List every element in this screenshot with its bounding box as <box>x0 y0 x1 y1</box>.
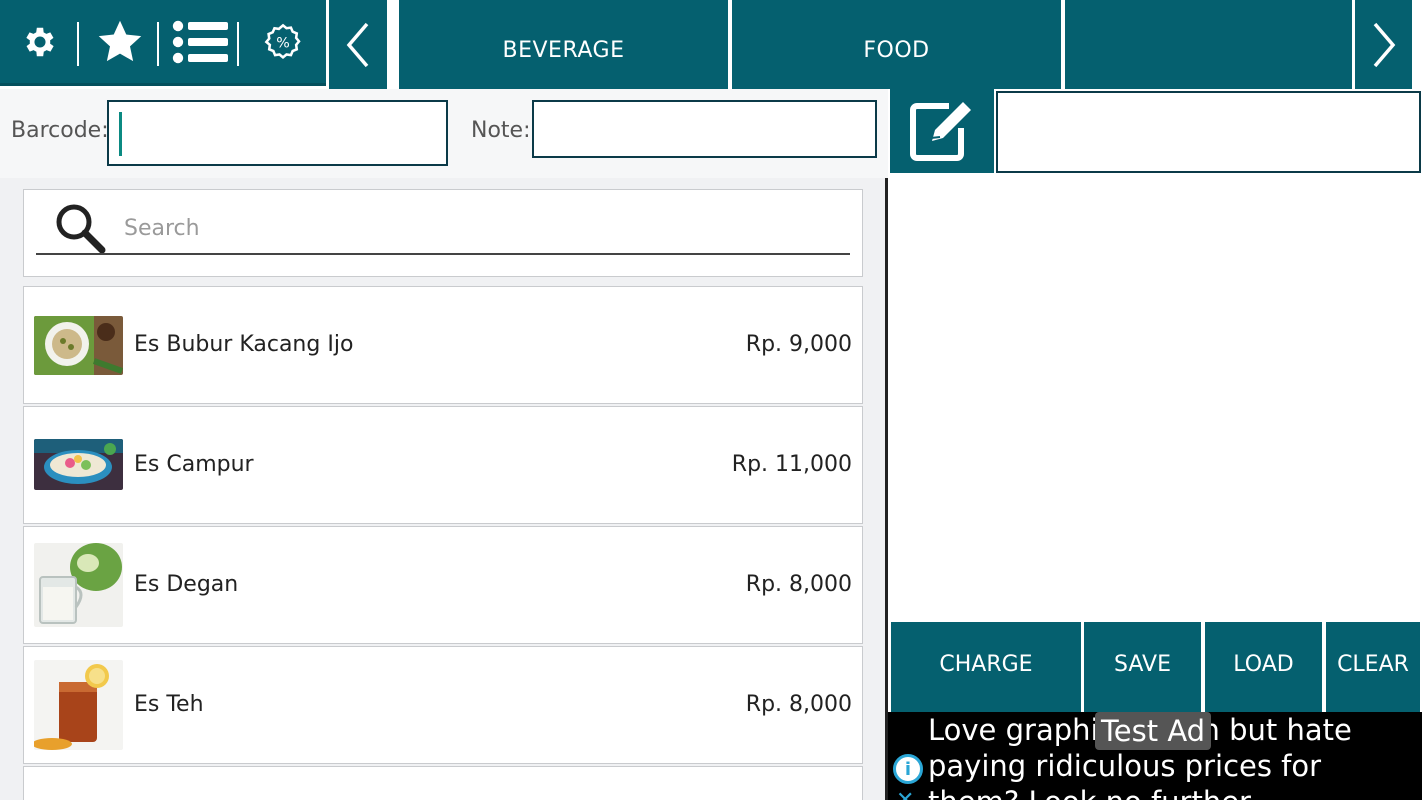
es-degan-photo <box>34 543 123 627</box>
product-item[interactable] <box>23 766 863 800</box>
product-price: Rp. 8,000 <box>745 572 852 597</box>
note-label: Note: <box>471 118 531 143</box>
note-input[interactable] <box>532 100 877 158</box>
svg-text:%: % <box>276 35 290 51</box>
list-icon <box>172 20 228 63</box>
text-caret <box>119 112 122 156</box>
clear-button[interactable]: CLEAR <box>1326 622 1420 712</box>
tab-empty[interactable] <box>1065 0 1352 89</box>
chevron-left-icon <box>346 22 369 67</box>
product-item[interactable]: Es Bubur Kacang Ijo Rp. 9,000 <box>23 286 863 404</box>
close-icon[interactable]: ✕ <box>896 788 914 800</box>
search-icon <box>56 204 106 254</box>
bubur-kacang-ijo-photo <box>34 316 123 375</box>
edit-note-button[interactable] <box>890 89 994 173</box>
edit-icon <box>910 102 971 161</box>
product-name: Es Bubur Kacang Ijo <box>134 332 354 357</box>
category-next-button[interactable] <box>1355 0 1412 89</box>
product-item[interactable]: Es Campur Rp. 11,000 <box>23 406 863 524</box>
toolbar-separator <box>77 22 79 66</box>
gear-icon <box>26 27 54 56</box>
category-prev-button[interactable] <box>329 0 387 89</box>
star-icon <box>98 20 142 61</box>
ad-banner[interactable]: Love graphic design but hate paying ridi… <box>888 712 1422 800</box>
save-button[interactable]: SAVE <box>1084 622 1201 712</box>
search-placeholder: Search <box>124 216 200 241</box>
order-list <box>888 178 1422 622</box>
list-button[interactable] <box>160 0 240 86</box>
tab-food[interactable]: FOOD <box>732 0 1061 89</box>
top-bar: % BEVERAGE FOOD <box>0 0 1422 89</box>
charge-button[interactable]: CHARGE <box>891 622 1081 712</box>
product-name: Es Campur <box>134 452 254 477</box>
product-item[interactable]: Es Teh Rp. 8,000 <box>23 646 863 764</box>
info-icon[interactable]: i <box>893 754 923 784</box>
tab-label: BEVERAGE <box>502 38 625 63</box>
load-button[interactable]: LOAD <box>1205 622 1322 712</box>
search-bar[interactable]: Search <box>23 189 863 277</box>
product-name: Es Teh <box>134 692 204 717</box>
discount-icon: % <box>264 23 301 59</box>
pos-app: % BEVERAGE FOOD Barcode: Note: Search Es… <box>0 0 1422 800</box>
search-underline <box>36 253 850 255</box>
tab-label: FOOD <box>863 38 930 63</box>
toolbar-separator <box>237 22 239 66</box>
chevron-right-icon <box>1373 22 1395 67</box>
barcode-input[interactable] <box>107 100 448 166</box>
product-item[interactable]: Es Degan Rp. 8,000 <box>23 526 863 644</box>
ad-label: Test Ad <box>1095 712 1212 750</box>
tab-beverage[interactable]: BEVERAGE <box>399 0 728 89</box>
product-price: Rp. 9,000 <box>745 332 852 357</box>
discount-button[interactable]: % <box>240 0 326 86</box>
favorites-button[interactable] <box>80 0 160 86</box>
product-price: Rp. 8,000 <box>745 692 852 717</box>
order-info-box <box>996 91 1421 173</box>
product-price: Rp. 11,000 <box>731 452 852 477</box>
settings-button[interactable] <box>0 0 80 86</box>
es-teh-photo <box>34 660 123 750</box>
product-name: Es Degan <box>134 572 239 597</box>
barcode-label: Barcode: <box>11 118 109 143</box>
toolbar-separator <box>157 22 159 66</box>
es-campur-photo <box>34 439 123 490</box>
